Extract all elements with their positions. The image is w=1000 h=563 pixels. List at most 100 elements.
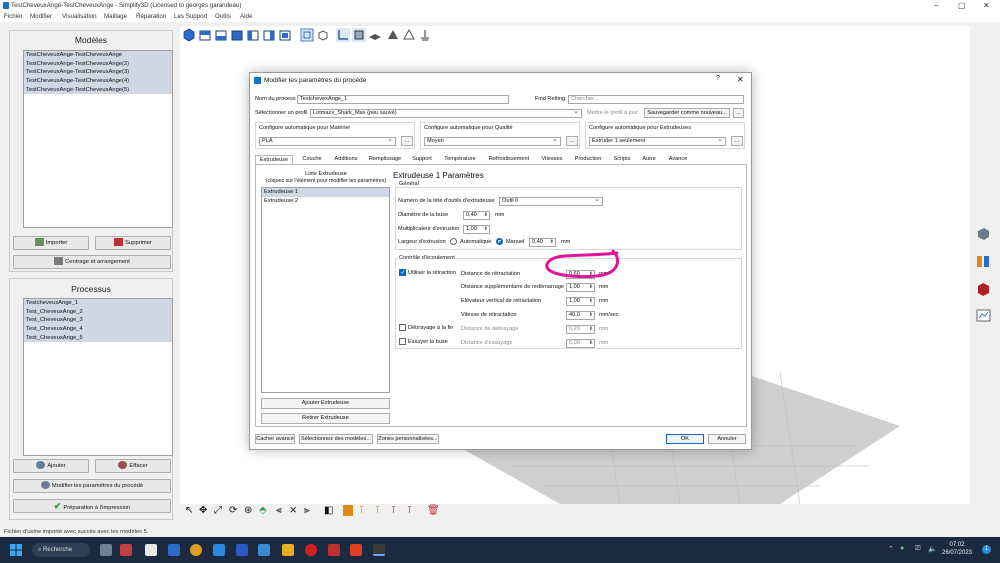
- preview-icon[interactable]: [976, 282, 991, 297]
- width-auto-radio[interactable]: [450, 238, 457, 245]
- simplify3d-taskbar-icon[interactable]: [373, 544, 385, 556]
- extra-restart-input[interactable]: 1,00: [566, 283, 595, 292]
- view-top-icon[interactable]: [230, 28, 244, 42]
- taskbar-app-icon[interactable]: [236, 544, 248, 556]
- add-extruder-button[interactable]: Ajouter Extrudeuse: [261, 398, 390, 409]
- coast-checkbox[interactable]: [399, 324, 406, 331]
- taskbar-app-icon[interactable]: [145, 544, 157, 556]
- menu-edit[interactable]: Modifier: [30, 13, 52, 20]
- list-item[interactable]: TestCheveuxAnge-TestCheveuxAnge(5): [24, 85, 172, 95]
- processes-list[interactable]: TestcheveuxAnge_1 Test_CheveuxAnge_2 Tes…: [23, 298, 173, 456]
- menu-repair[interactable]: Réparation: [136, 13, 166, 20]
- tab-cooling[interactable]: Refroidissement: [484, 155, 534, 164]
- list-item[interactable]: TestcheveuxAnge_1: [24, 299, 172, 308]
- solid-icon[interactable]: [386, 28, 400, 42]
- list-item[interactable]: TestCheveuxAnge-TestCheveuxAnge(2): [24, 59, 172, 69]
- remove-process-button[interactable]: Effacer: [95, 459, 171, 473]
- nozzle-diameter-input[interactable]: 0,40: [463, 211, 490, 220]
- move-icon[interactable]: ✥: [199, 505, 207, 516]
- hide-advanced-button[interactable]: Cacher avancé: [255, 434, 295, 444]
- opera-icon[interactable]: [305, 544, 317, 556]
- retraction-speed-input[interactable]: 40,0: [566, 311, 595, 320]
- volume-icon[interactable]: 🔈: [928, 545, 937, 553]
- clock-time[interactable]: 07:02: [944, 542, 970, 548]
- split-icon[interactable]: ⨯: [289, 505, 297, 516]
- list-item[interactable]: TestCheveuxAnge-TestCheveuxAnge: [24, 51, 172, 60]
- plate-icon[interactable]: [368, 28, 382, 42]
- tab-infill[interactable]: Remplissage: [365, 155, 405, 164]
- taskbar-app-icon[interactable]: [120, 544, 132, 556]
- variable-settings-2-icon[interactable]: ⊺: [375, 505, 380, 516]
- select-models-button[interactable]: Sélectionnez des modèles...: [299, 434, 373, 444]
- menu-help[interactable]: Aide: [240, 13, 252, 20]
- update-profile-button[interactable]: Mettre le profil à jour: [587, 110, 638, 116]
- maximize-button[interactable]: ▢: [958, 1, 966, 10]
- tab-scripts[interactable]: Scripts: [609, 155, 635, 164]
- save-as-new-button[interactable]: Sauvegarder comme nouveau...: [644, 108, 730, 118]
- scale-icon[interactable]: ⤢: [214, 505, 222, 516]
- tray-chevron-icon[interactable]: ⌃: [888, 545, 894, 553]
- remove-extruder-button[interactable]: Retirer Extrudeuse: [261, 413, 390, 424]
- chrome-icon[interactable]: [190, 544, 202, 556]
- tab-layer[interactable]: Couche: [297, 155, 327, 164]
- custom-zones-button[interactable]: Zones personnalisées...: [377, 434, 439, 444]
- list-item[interactable]: Test_CheveuxAnge_5: [24, 333, 172, 343]
- profile-select[interactable]: Lotmaxx_Shark_Max (peu sauvé): [310, 109, 582, 118]
- tab-additions[interactable]: Additions: [330, 155, 362, 164]
- build-volume-icon[interactable]: [352, 28, 366, 42]
- mirror-icon[interactable]: ⊛: [244, 505, 252, 516]
- edge-icon[interactable]: [213, 544, 225, 556]
- models-list[interactable]: TestCheveuxAnge-TestCheveuxAnge TestChev…: [23, 50, 173, 228]
- list-item[interactable]: TestCheveuxAnge-TestCheveuxAnge(4): [24, 77, 172, 86]
- quality-select[interactable]: Moyen: [424, 137, 561, 146]
- list-item[interactable]: Extrudeuse 2: [262, 196, 389, 206]
- cancel-button[interactable]: Annuler: [708, 434, 746, 444]
- menu-tools[interactable]: Outils: [215, 13, 231, 20]
- cube-outline-icon[interactable]: [316, 28, 330, 42]
- wipe-checkbox[interactable]: [399, 338, 406, 345]
- taskbar-search[interactable]: ⌕ Recherche: [32, 543, 90, 557]
- file-explorer-icon[interactable]: [282, 544, 294, 556]
- view-front-icon[interactable]: [198, 28, 212, 42]
- cut-icon[interactable]: ⫷: [276, 505, 282, 516]
- taskbar-app-icon[interactable]: [168, 544, 180, 556]
- quality-more-button[interactable]: ...: [566, 136, 578, 146]
- tray-app-icon[interactable]: ●: [900, 545, 904, 552]
- trash-icon[interactable]: 🗑: [427, 505, 440, 516]
- extruders-more-button[interactable]: ...: [731, 136, 743, 146]
- clock-date[interactable]: 26/07/2023: [940, 550, 974, 556]
- list-item[interactable]: Extrudeuse 1: [262, 188, 389, 197]
- windows-start-icon[interactable]: [10, 544, 22, 556]
- taskbar-app-icon[interactable]: [350, 544, 362, 556]
- width-manual-radio[interactable]: [496, 238, 503, 245]
- variable-settings-4-icon[interactable]: ⊺: [407, 505, 412, 516]
- add-process-button[interactable]: Ajouter: [13, 459, 89, 473]
- material-select[interactable]: PLA: [259, 137, 396, 146]
- view-right-icon[interactable]: [278, 28, 292, 42]
- taskbar-app-icon[interactable]: [328, 544, 340, 556]
- ground-icon[interactable]: [418, 28, 432, 42]
- view-left-icon[interactable]: [262, 28, 276, 42]
- menu-supports[interactable]: Les Support: [174, 13, 207, 20]
- edit-process-settings-button[interactable]: Modifier les paramètres du procédé: [13, 479, 171, 493]
- tab-support[interactable]: Support: [408, 155, 436, 164]
- tab-production[interactable]: Production: [570, 155, 606, 164]
- network-icon[interactable]: ⎚: [915, 545, 921, 553]
- material-more-button[interactable]: ...: [401, 136, 413, 146]
- tab-other[interactable]: Autre: [638, 155, 660, 164]
- measure-icon[interactable]: ◧: [324, 505, 333, 516]
- tab-temperature[interactable]: Température: [440, 155, 480, 164]
- use-retraction-checkbox[interactable]: [399, 269, 406, 276]
- close-window-button[interactable]: ✕: [983, 1, 990, 10]
- place-face-icon[interactable]: ⬘: [259, 505, 267, 516]
- extruders-select[interactable]: Extruder 1 seulement: [589, 137, 726, 146]
- view-default-icon[interactable]: [182, 28, 196, 42]
- taskbar-app-icon[interactable]: [258, 544, 270, 556]
- stats-icon[interactable]: [976, 308, 991, 323]
- find-setting-input[interactable]: Chercher...: [568, 95, 744, 104]
- cube-layers-icon[interactable]: [976, 226, 991, 241]
- tab-advanced[interactable]: Avancé: [663, 155, 693, 164]
- coast-distance-input[interactable]: 0,20: [566, 325, 595, 334]
- menu-mesh[interactable]: Maillage: [104, 13, 127, 20]
- vertical-lift-input[interactable]: 1,00: [566, 297, 595, 306]
